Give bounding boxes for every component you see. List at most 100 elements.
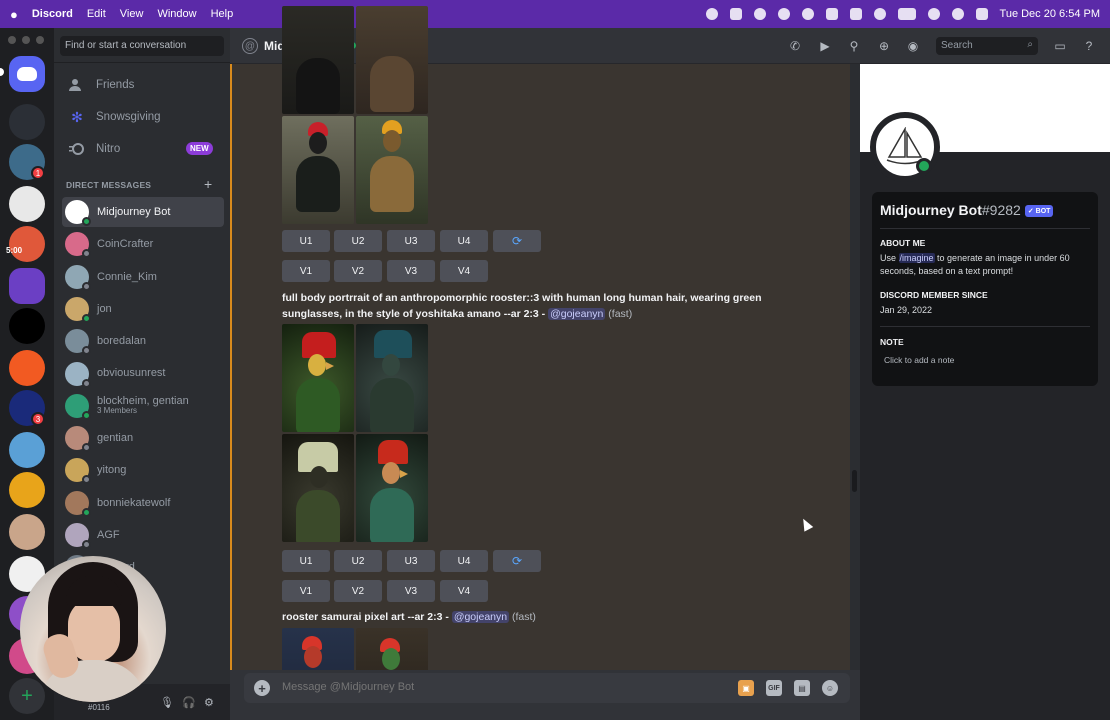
upscale-u2-button-2[interactable]: U2 (334, 550, 382, 572)
nav-nitro[interactable]: Nitro NEW (62, 135, 224, 163)
variation-v1-button[interactable]: V1 (282, 260, 330, 282)
server-icon-7[interactable] (9, 432, 45, 468)
add-friends-to-dm-icon[interactable]: ⊕ (877, 39, 891, 53)
grid-3-image-2[interactable] (356, 628, 428, 670)
server-icon-3[interactable] (9, 186, 45, 222)
grid-2-image-2[interactable] (356, 324, 428, 432)
upload-plus-button[interactable]: + (254, 680, 270, 696)
voice-call-icon[interactable]: ✆ (788, 39, 802, 53)
dm-item[interactable]: Midjourney Bot (62, 197, 224, 227)
sticker-icon[interactable]: ▤ (794, 680, 810, 696)
header-search-input[interactable]: Search ⌕ (936, 37, 1038, 55)
dm-item[interactable]: CoinCrafter (62, 229, 224, 259)
dm-item[interactable]: AGF (62, 520, 224, 550)
image-grid-2[interactable] (282, 324, 430, 544)
image-grid-3[interactable] (282, 628, 430, 670)
grid-2-image-3[interactable] (282, 434, 354, 542)
grid-2-image-4[interactable] (356, 434, 428, 542)
wifi-icon[interactable] (927, 8, 940, 20)
inbox-icon[interactable]: ▭ (1053, 39, 1067, 53)
dm-item[interactable]: bonniekatewolf (62, 488, 224, 518)
dm-item[interactable]: Connie_Kim (62, 262, 224, 292)
extension-icon[interactable] (801, 8, 814, 20)
dm-item[interactable]: jon (62, 294, 224, 324)
video-call-icon[interactable]: ▶ (818, 39, 832, 53)
user-mention[interactable]: @gojeanyn (548, 308, 606, 320)
menubar-clock[interactable]: Tue Dec 20 6:54 PM (1000, 8, 1100, 20)
bluetooth-icon[interactable] (825, 8, 838, 20)
dm-item[interactable]: gentian (62, 423, 224, 453)
message-scrollbar-thumb[interactable] (852, 470, 857, 492)
nav-snowsgiving[interactable]: ✻ Snowsgiving (62, 103, 224, 131)
screen-record-icon[interactable] (777, 8, 790, 20)
user-profile-toggle-icon[interactable]: ◉ (906, 39, 920, 53)
find-conversation-input[interactable]: Find or start a conversation (60, 36, 224, 56)
gift-icon[interactable]: ▣ (738, 680, 754, 696)
upscale-u3-button[interactable]: U3 (387, 230, 435, 252)
grid-2-image-1[interactable] (282, 324, 354, 432)
upscale-u1-button[interactable]: U1 (282, 230, 330, 252)
apple-icon[interactable]: ● (10, 7, 18, 22)
variation-v4-button[interactable]: V4 (440, 260, 488, 282)
grid-1-image-3[interactable] (282, 116, 354, 224)
help-icon[interactable]: ? (1082, 39, 1096, 53)
gear-status-icon[interactable] (705, 8, 718, 20)
upscale-u4-button-2[interactable]: U4 (440, 550, 488, 572)
battery-icon[interactable] (897, 8, 916, 20)
server-icon-1[interactable] (9, 104, 45, 140)
menu-help[interactable]: Help (211, 8, 234, 20)
menu-window[interactable]: Window (157, 8, 196, 20)
variation-v2-button[interactable]: V2 (334, 260, 382, 282)
note-input[interactable]: Click to add a note (884, 355, 954, 365)
grid-3-image-1[interactable] (282, 628, 354, 670)
control-center-icon[interactable] (975, 8, 988, 20)
menu-view[interactable]: View (120, 8, 144, 20)
close-window-button[interactable] (8, 36, 16, 44)
server-icon-9[interactable] (9, 514, 45, 550)
emoji-icon[interactable]: ☺ (822, 680, 838, 696)
microphone-muted-icon[interactable]: 🎙 (160, 696, 174, 709)
gif-picker-button[interactable]: GIF (766, 680, 782, 696)
variation-v3-button-2[interactable]: V3 (387, 580, 435, 602)
dropbox-icon[interactable] (729, 8, 742, 20)
variation-v2-button-2[interactable]: V2 (334, 580, 382, 602)
dm-item[interactable]: blockheim, gentian 3 Members (62, 391, 224, 421)
message-input[interactable] (282, 681, 682, 693)
dm-item[interactable]: obviousunrest (62, 359, 224, 389)
server-icon-skull[interactable] (9, 308, 45, 344)
grid-1-image-2[interactable] (356, 6, 428, 114)
grid-1-image-4[interactable] (356, 116, 428, 224)
reroll-button-2[interactable]: ⟳ (493, 550, 541, 572)
upscale-u1-button-2[interactable]: U1 (282, 550, 330, 572)
variation-v1-button-2[interactable]: V1 (282, 580, 330, 602)
hashtag-status-icon[interactable] (849, 8, 862, 20)
pinned-messages-icon[interactable]: ⚲ (847, 39, 861, 53)
menu-edit[interactable]: Edit (87, 8, 106, 20)
image-grid-1[interactable] (282, 6, 430, 224)
cloud-icon[interactable] (753, 8, 766, 20)
dm-item[interactable]: yitong (62, 455, 224, 485)
dm-item[interactable]: boredalan (62, 326, 224, 356)
settings-gear-icon[interactable]: ⚙ (204, 696, 216, 709)
headphones-icon[interactable]: 🎧 (182, 696, 196, 709)
server-icon-8[interactable] (9, 472, 45, 508)
variation-v4-button-2[interactable]: V4 (440, 580, 488, 602)
upscale-u4-button[interactable]: U4 (440, 230, 488, 252)
play-status-icon[interactable] (873, 8, 886, 20)
message-scrollbar-track[interactable] (850, 64, 860, 670)
reroll-button[interactable]: ⟳ (493, 230, 541, 252)
server-icon-asterisk[interactable] (9, 350, 45, 386)
user-mention-2[interactable]: @gojeanyn (451, 611, 510, 623)
upscale-u2-button[interactable]: U2 (334, 230, 382, 252)
minimize-window-button[interactable] (22, 36, 30, 44)
server-icon-5[interactable] (9, 268, 45, 304)
maximize-window-button[interactable] (36, 36, 44, 44)
server-icon-4[interactable] (9, 226, 45, 262)
create-dm-plus-icon[interactable]: + (204, 176, 212, 192)
spotlight-search-icon[interactable] (951, 8, 964, 20)
imagine-command[interactable]: /imagine (898, 253, 935, 263)
upscale-u3-button-2[interactable]: U3 (387, 550, 435, 572)
variation-v3-button[interactable]: V3 (387, 260, 435, 282)
discord-home-button[interactable] (9, 56, 45, 92)
nav-friends[interactable]: Friends (62, 71, 224, 99)
